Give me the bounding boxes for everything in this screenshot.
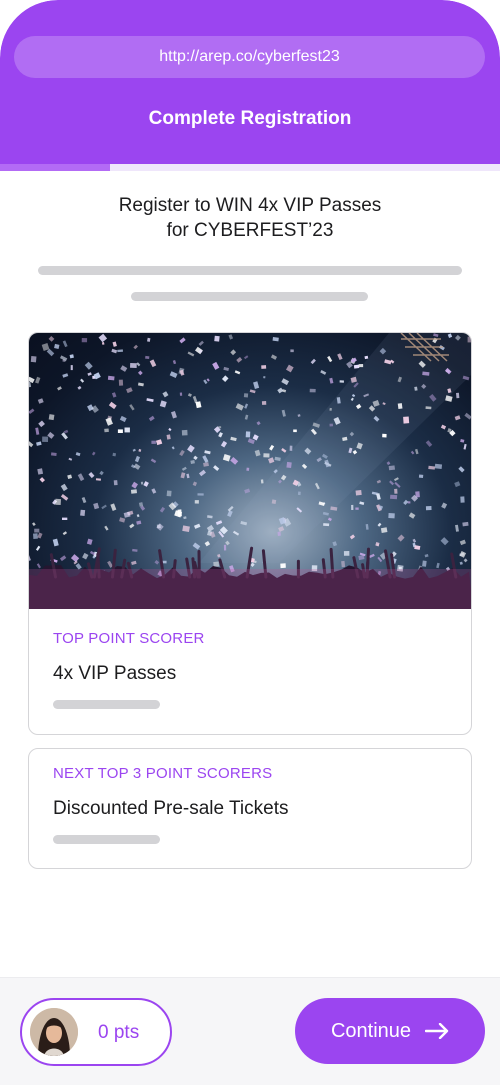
confetti-illustration [29, 333, 471, 609]
page-title: Complete Registration [148, 108, 352, 129]
header: http://arep.co/cyberfest23 Complete Regi… [0, 0, 500, 164]
prize-title: Discounted Pre-sale Tickets [53, 798, 289, 819]
progress-fill [0, 164, 110, 171]
prize-tier-label: NEXT TOP 3 POINT SCORERS [53, 765, 273, 782]
user-avatar-icon [30, 1008, 78, 1056]
arrow-right-icon [425, 1023, 449, 1039]
text-placeholder [53, 700, 160, 709]
registration-screen: http://arep.co/cyberfest23 Complete Regi… [0, 0, 500, 1085]
prize-card-top[interactable]: TOP POINT SCORER 4x VIP Passes [28, 332, 472, 735]
points-badge[interactable]: 0 pts [20, 998, 172, 1066]
prize-title: 4x VIP Passes [53, 663, 177, 684]
prize-tier-label: TOP POINT SCORER [53, 630, 205, 647]
continue-label: Continue [330, 1019, 412, 1042]
concert-confetti-image [29, 333, 471, 609]
text-placeholder-line-1 [38, 266, 462, 275]
text-placeholder-line-2 [131, 292, 368, 301]
points-value: 0 pts [98, 1022, 140, 1043]
url-bar[interactable]: http://arep.co/cyberfest23 [14, 36, 485, 78]
prize-card-next[interactable]: NEXT TOP 3 POINT SCORERS Discounted Pre-… [28, 748, 472, 869]
avatar [30, 1008, 78, 1056]
footer-bar: 0 pts Continue [0, 977, 500, 1085]
text-placeholder [53, 835, 160, 844]
headline-line-2: for CYBERFEST’23 [166, 220, 334, 241]
headline: Register to WIN 4x VIP Passes for CYBERF… [40, 193, 460, 243]
continue-button[interactable]: Continue [295, 998, 485, 1064]
headline-line-1: Register to WIN 4x VIP Passes [118, 195, 382, 216]
progress-bar [0, 164, 500, 171]
